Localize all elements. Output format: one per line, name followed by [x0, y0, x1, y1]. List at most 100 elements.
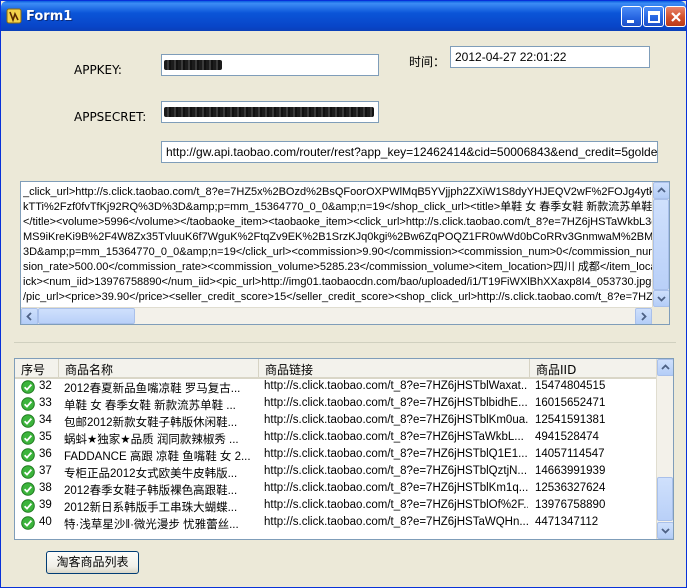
list-vertical-scrollbar[interactable] — [656, 359, 673, 539]
row-no: 33 — [39, 397, 52, 409]
row-product-name: 特·浅草星沙‖·微光漫步 忧雅蕾丝... — [64, 519, 239, 531]
table-row[interactable]: 37 专柜正品2012女式欧美牛皮韩版... http://s.click.taob… — [15, 464, 656, 481]
window-title: Form1 — [26, 9, 73, 24]
masked-appsecret-value — [164, 107, 374, 117]
green-check-icon — [21, 465, 35, 479]
response-line: sion_rate>500.00</commission_rate><commi… — [23, 261, 653, 273]
column-header-name[interactable]: 商品名称 — [59, 359, 259, 377]
masked-appkey-value — [164, 60, 222, 70]
appsecret-label: APPSECRET: — [74, 110, 147, 124]
response-textarea[interactable]: _click_url>http://s.click.taobao.com/t_8… — [20, 181, 670, 325]
row-no: 40 — [39, 516, 52, 528]
row-no: 36 — [39, 448, 52, 460]
title-bar[interactable]: Form1 — [1, 1, 686, 31]
response-line: 3D&amp;p=mm_15364770_0_0&amp;n=19</click… — [23, 246, 653, 258]
time-label: 时间： — [409, 55, 446, 69]
scroll-right-button[interactable] — [635, 308, 652, 324]
form1-window: Form1 APPKEY: 时间： 2012-04-27 22:01:22 AP… — [0, 0, 687, 588]
scroll-up-button[interactable] — [653, 182, 669, 199]
row-product-link: http://s.click.taobao.com/t_8?e=7HZ6jHST… — [264, 465, 528, 477]
row-product-iid: 4471347112 — [535, 516, 599, 528]
table-row[interactable]: 36 FADDANCE 高跟 凉鞋 鱼嘴鞋 女 2... http://s.clic… — [15, 447, 656, 464]
green-check-icon — [21, 431, 35, 445]
form-client-area: APPKEY: 时间： 2012-04-27 22:01:22 APPSECRE… — [4, 31, 683, 586]
row-product-link: http://s.click.taobao.com/t_8?e=7HZ6jHST… — [264, 448, 528, 460]
product-list-view[interactable]: 序号 商品名称 商品链接 商品IID 32 2012春夏新品鱼嘴凉鞋 罗马复古..… — [14, 358, 674, 540]
row-product-link: http://s.click.taobao.com/t_8?e=7HZ6jHST… — [264, 431, 524, 443]
appkey-field[interactable] — [161, 54, 379, 76]
column-header-no[interactable]: 序号 — [15, 359, 59, 377]
response-line: </title><volume>5996</volume></taobaoke_… — [23, 216, 653, 228]
close-button[interactable] — [665, 6, 686, 27]
green-check-icon — [21, 414, 35, 428]
minimize-button[interactable] — [621, 6, 642, 27]
group-divider — [14, 342, 676, 343]
table-row[interactable]: 40 特·浅草星沙‖·微光漫步 忧雅蕾丝... http://s.click.tao… — [15, 515, 656, 532]
row-product-iid: 12536327624 — [535, 482, 606, 494]
time-field[interactable]: 2012-04-27 22:01:22 — [450, 46, 650, 68]
response-horizontal-scrollbar[interactable] — [21, 307, 652, 324]
row-product-iid: 14663991939 — [535, 465, 606, 477]
green-check-icon — [21, 380, 35, 394]
scroll-left-button[interactable] — [21, 308, 38, 324]
appkey-label: APPKEY: — [74, 63, 122, 77]
vertical-scroll-thumb[interactable] — [653, 199, 669, 290]
row-product-iid: 13976758890 — [535, 499, 606, 511]
row-product-iid: 4941528474 — [535, 431, 599, 443]
response-line: ick><num_iid>13976758890</num_iid><pic_u… — [23, 276, 653, 288]
row-product-name: 2012春夏新品鱼嘴凉鞋 罗马复古... — [64, 383, 241, 395]
maximize-icon — [648, 11, 660, 23]
chevron-left-icon — [26, 312, 32, 321]
row-product-name: 单鞋 女 春季女鞋 新款流苏单鞋 ... — [64, 400, 236, 412]
response-line: kTTi%2Fzf0fvTfKj92RQ%3D%3D&amp;p=mm_1536… — [23, 201, 653, 213]
appsecret-field[interactable] — [161, 101, 379, 123]
row-product-link: http://s.click.taobao.com/t_8?e=7HZ6jHST… — [264, 397, 528, 409]
request-url-field[interactable]: http://gw.api.taobao.com/router/rest?app… — [161, 141, 658, 163]
table-row[interactable]: 39 2012新日系韩版手工串珠大蝴蝶... http://s.click.taob… — [15, 498, 656, 515]
scroll-down-button[interactable] — [653, 290, 669, 307]
taoke-product-list-button[interactable]: 淘客商品列表 — [46, 551, 139, 574]
list-scroll-thumb[interactable] — [657, 477, 673, 521]
green-check-icon — [21, 397, 35, 411]
list-scroll-down-button[interactable] — [657, 522, 673, 539]
response-line: MS9iKreKi9B%2F4W8Zx35TvluuK6f7WguK%2FtqZ… — [23, 231, 653, 243]
table-row[interactable]: 34 包邮2012新款女鞋子韩版休闲鞋... http://s.click.taob… — [15, 413, 656, 430]
chevron-down-icon — [661, 528, 670, 534]
chevron-down-icon — [657, 296, 666, 302]
horizontal-scroll-thumb[interactable] — [38, 308, 135, 324]
row-product-link: http://s.click.taobao.com/t_8?e=7HZ6jHST… — [264, 414, 528, 426]
response-line: /pic_url><price>39.90</price><seller_cre… — [23, 291, 653, 303]
chevron-up-icon — [661, 364, 670, 370]
green-check-icon — [21, 499, 35, 513]
row-no: 32 — [39, 380, 52, 392]
row-product-name: 2012春季女鞋子韩版裸色高跟鞋... — [64, 485, 238, 497]
row-product-iid: 14057114547 — [535, 448, 605, 460]
table-row[interactable]: 35 蜗蚪★独家★品质 润同款辣椒秀 ... http://s.click.taob… — [15, 430, 656, 447]
green-check-icon — [21, 516, 35, 530]
list-scroll-up-button[interactable] — [657, 359, 673, 376]
column-header-link[interactable]: 商品链接 — [259, 359, 530, 377]
green-check-icon — [21, 448, 35, 462]
response-vertical-scrollbar[interactable] — [652, 182, 669, 307]
row-product-name: 蜗蚪★独家★品质 润同款辣椒秀 ... — [64, 434, 239, 446]
row-product-iid: 15474804515 — [535, 380, 606, 392]
list-rows: 32 2012春夏新品鱼嘴凉鞋 罗马复古... http://s.click.tao… — [15, 379, 656, 532]
row-no: 37 — [39, 465, 52, 477]
green-check-icon — [21, 482, 35, 496]
row-product-iid: 12541591381 — [535, 414, 606, 426]
response-line: _click_url>http://s.click.taobao.com/t_8… — [23, 186, 653, 198]
response-text: _click_url>http://s.click.taobao.com/t_8… — [23, 185, 653, 305]
row-product-name: 专柜正品2012女式欧美牛皮韩版... — [64, 468, 238, 480]
maximize-button[interactable] — [643, 6, 664, 27]
table-row[interactable]: 38 2012春季女鞋子韩版裸色高跟鞋... http://s.click.taob… — [15, 481, 656, 498]
row-product-name: FADDANCE 高跟 凉鞋 鱼嘴鞋 女 2... — [64, 451, 251, 463]
table-row[interactable]: 32 2012春夏新品鱼嘴凉鞋 罗马复古... http://s.click.tao… — [15, 379, 656, 396]
column-header-iid[interactable]: 商品IID — [530, 359, 656, 377]
scroll-corner — [652, 307, 669, 324]
row-no: 35 — [39, 431, 52, 443]
list-header: 序号 商品名称 商品链接 商品IID — [15, 359, 656, 379]
table-row[interactable]: 33 单鞋 女 春季女鞋 新款流苏单鞋 ... http://s.click.tao… — [15, 396, 656, 413]
row-no: 34 — [39, 414, 52, 426]
row-product-name: 包邮2012新款女鞋子韩版休闲鞋... — [64, 417, 238, 429]
chevron-right-icon — [641, 312, 647, 321]
